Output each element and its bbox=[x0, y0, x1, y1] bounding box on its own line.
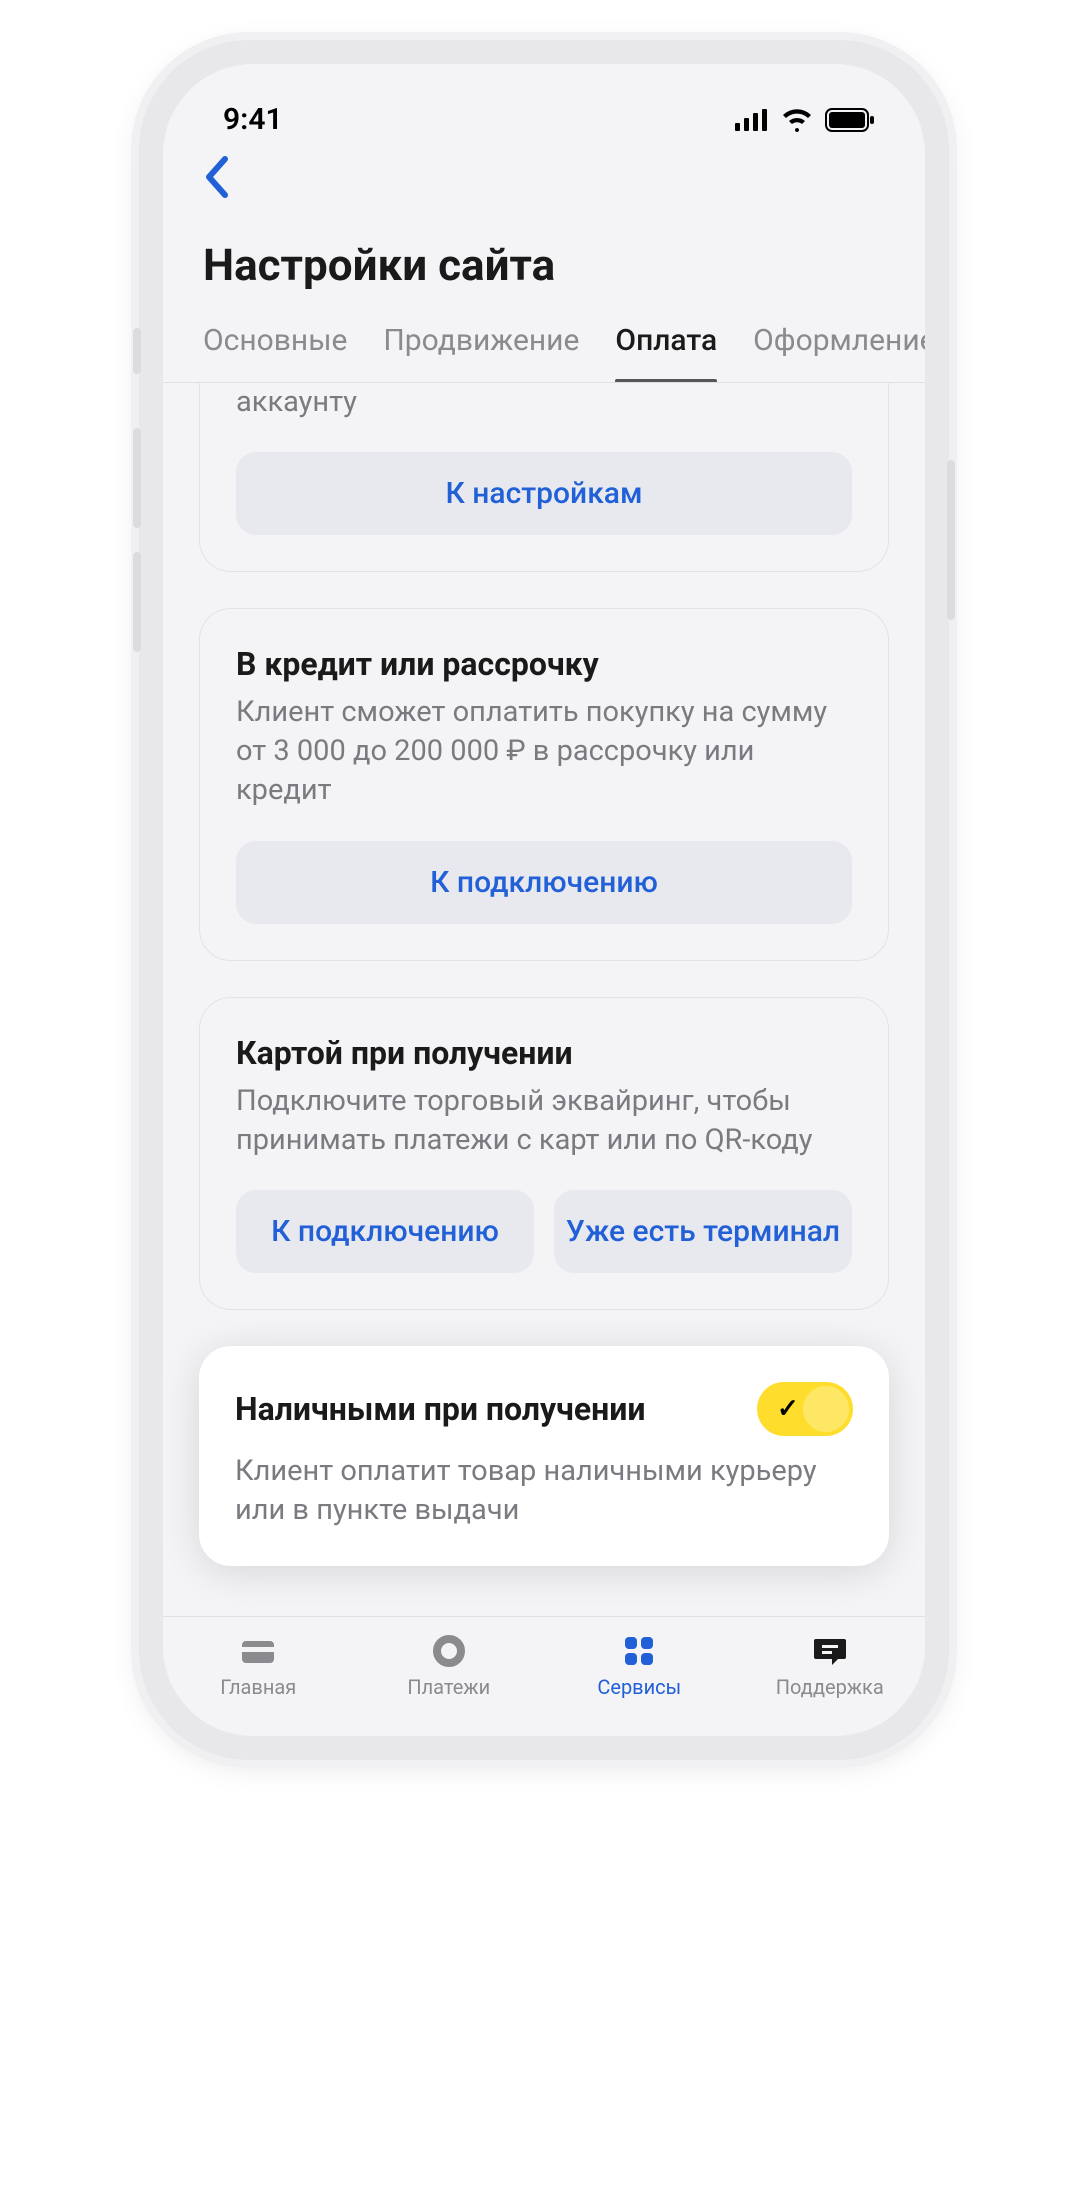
tab-main[interactable]: Основные bbox=[203, 323, 347, 382]
nav-home-label: Главная bbox=[220, 1675, 296, 1699]
status-time: 9:41 bbox=[223, 102, 283, 137]
card-account: аккаунту К настройкам bbox=[199, 383, 889, 572]
device-side-button bbox=[133, 428, 141, 528]
tab-checkout[interactable]: Оформление заказа bbox=[753, 323, 925, 382]
content-scroll[interactable]: аккаунту К настройкам В кредит или расср… bbox=[163, 383, 925, 1695]
tab-promotion[interactable]: Продвижение bbox=[383, 323, 579, 382]
back-icon[interactable] bbox=[203, 155, 231, 199]
nav-services-label: Сервисы bbox=[597, 1675, 681, 1699]
check-icon: ✓ bbox=[777, 1394, 799, 1424]
card-account-settings-button[interactable]: К настройкам bbox=[236, 452, 852, 535]
screen: 9:41 Настройки сайта Основные Продвижени… bbox=[163, 64, 925, 1736]
status-icons bbox=[735, 108, 875, 132]
card-cod-desc: Подключите торговый эквайринг, чтобы при… bbox=[236, 1082, 852, 1160]
cash-toggle[interactable]: ✓ bbox=[757, 1382, 853, 1436]
card-credit-desc: Клиент сможет оплатить покупку на сумму … bbox=[236, 693, 852, 810]
card-card-on-delivery: Картой при получении Подключите торговый… bbox=[199, 997, 889, 1310]
nav-support[interactable]: Поддержка bbox=[755, 1631, 905, 1699]
tabs: Основные Продвижение Оплата Оформление з… bbox=[163, 315, 925, 383]
device-side-button bbox=[133, 552, 141, 652]
nav-services[interactable]: Сервисы bbox=[564, 1631, 714, 1699]
nav-support-label: Поддержка bbox=[776, 1675, 884, 1699]
nav-payments[interactable]: Платежи bbox=[374, 1631, 524, 1699]
chat-icon bbox=[810, 1631, 850, 1671]
card-home-icon bbox=[238, 1631, 278, 1671]
device-frame: 9:41 Настройки сайта Основные Продвижени… bbox=[139, 40, 949, 1760]
card-credit-title: В кредит или рассрочку bbox=[236, 645, 852, 683]
page-title: Настройки сайта bbox=[203, 239, 885, 291]
card-credit: В кредит или рассрочку Клиент сможет опл… bbox=[199, 608, 889, 960]
circle-icon bbox=[429, 1631, 469, 1671]
card-cod-title: Картой при получении bbox=[236, 1034, 852, 1072]
device-side-button bbox=[947, 460, 955, 620]
wifi-icon bbox=[781, 108, 813, 132]
card-account-text: аккаунту bbox=[236, 383, 852, 422]
nav-home[interactable]: Главная bbox=[183, 1631, 333, 1699]
card-cash-desc: Клиент оплатит товар наличными курьеру и… bbox=[235, 1452, 853, 1530]
status-bar: 9:41 bbox=[163, 64, 925, 147]
card-credit-connect-button[interactable]: К подключению bbox=[236, 841, 852, 924]
device-side-button bbox=[133, 328, 141, 374]
back-row bbox=[163, 147, 925, 203]
card-cash-on-delivery: Наличными при получении ✓ Клиент оплатит… bbox=[199, 1346, 889, 1566]
tab-payment[interactable]: Оплата bbox=[615, 323, 717, 382]
header: Настройки сайта bbox=[163, 203, 925, 315]
card-cod-have-terminal-button[interactable]: Уже есть терминал bbox=[554, 1190, 852, 1273]
bottom-nav: Главная Платежи Сервисы Поддержка bbox=[163, 1616, 925, 1736]
nav-payments-label: Платежи bbox=[407, 1675, 490, 1699]
card-cod-connect-button[interactable]: К подключению bbox=[236, 1190, 534, 1273]
grid-icon bbox=[619, 1631, 659, 1671]
card-cash-title: Наличными при получении bbox=[235, 1390, 645, 1428]
toggle-knob bbox=[803, 1386, 849, 1432]
cellular-icon bbox=[735, 109, 769, 131]
battery-icon bbox=[825, 108, 875, 132]
